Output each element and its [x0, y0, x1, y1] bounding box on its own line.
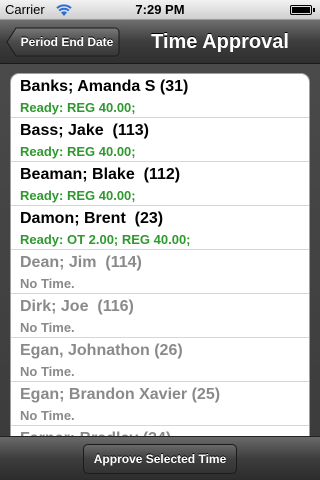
bottom-toolbar: Approve Selected Time	[0, 436, 320, 480]
employee-row[interactable]: Dean; Jim (114) No Time.	[11, 250, 309, 294]
employee-time-status: No Time.	[20, 364, 75, 379]
employee-row[interactable]: Banks; Amanda S (31) Ready: REG 40.00;	[11, 74, 309, 118]
approve-selected-time-button[interactable]: Approve Selected Time	[83, 444, 237, 474]
page-title: Time Approval	[151, 31, 289, 53]
status-bar: Carrier 7:29 PM	[0, 0, 320, 20]
employee-time-status: No Time.	[20, 320, 75, 335]
employee-list: Banks; Amanda S (31) Ready: REG 40.00; Bas…	[10, 73, 310, 436]
employee-time-status: Ready: REG 40.00;	[20, 188, 136, 203]
employee-name: Beaman; Blake (112)	[20, 166, 181, 183]
employee-row[interactable]: Beaman; Blake (112) Ready: REG 40.00;	[11, 162, 309, 206]
employee-row[interactable]: Egan, Johnathon (26) No Time.	[11, 338, 309, 382]
employee-row[interactable]: Farner; Bradley (24)	[11, 426, 309, 436]
battery-icon	[290, 5, 315, 15]
employee-row[interactable]: Damon; Brent (23) Ready: OT 2.00; REG 40.…	[11, 206, 309, 250]
employee-time-status: Ready: REG 40.00;	[20, 144, 136, 159]
employee-name: Dirk; Joe (116)	[20, 298, 134, 315]
back-button[interactable]: Period End Date	[6, 27, 120, 57]
employee-name: Dean; Jim (114)	[20, 254, 142, 271]
employee-time-status: No Time.	[20, 408, 75, 423]
status-time: 7:29 PM	[135, 2, 185, 17]
employee-row[interactable]: Dirk; Joe (116) No Time.	[11, 294, 309, 338]
employee-name: Egan, Johnathon (26)	[20, 342, 183, 359]
employee-name: Damon; Brent (23)	[20, 210, 164, 227]
employee-row[interactable]: Bass; Jake (113) Ready: REG 40.00;	[11, 118, 309, 162]
battery-level	[292, 7, 310, 13]
navigation-bar: Period End Date Time Approval	[0, 20, 320, 64]
employee-name: Banks; Amanda S (31)	[20, 78, 189, 95]
employee-row[interactable]: Egan; Brandon Xavier (25) No Time.	[11, 382, 309, 426]
employee-time-status: Ready: REG 40.00;	[20, 100, 136, 115]
employee-time-status: No Time.	[20, 276, 75, 291]
back-button-label: Period End Date	[20, 35, 114, 49]
content-area: Banks; Amanda S (31) Ready: REG 40.00; Bas…	[0, 64, 320, 436]
employee-time-status: Ready: OT 2.00; REG 40.00;	[20, 232, 191, 247]
employee-name: Bass; Jake (113)	[20, 122, 149, 139]
employee-name: Egan; Brandon Xavier (25)	[20, 386, 221, 403]
